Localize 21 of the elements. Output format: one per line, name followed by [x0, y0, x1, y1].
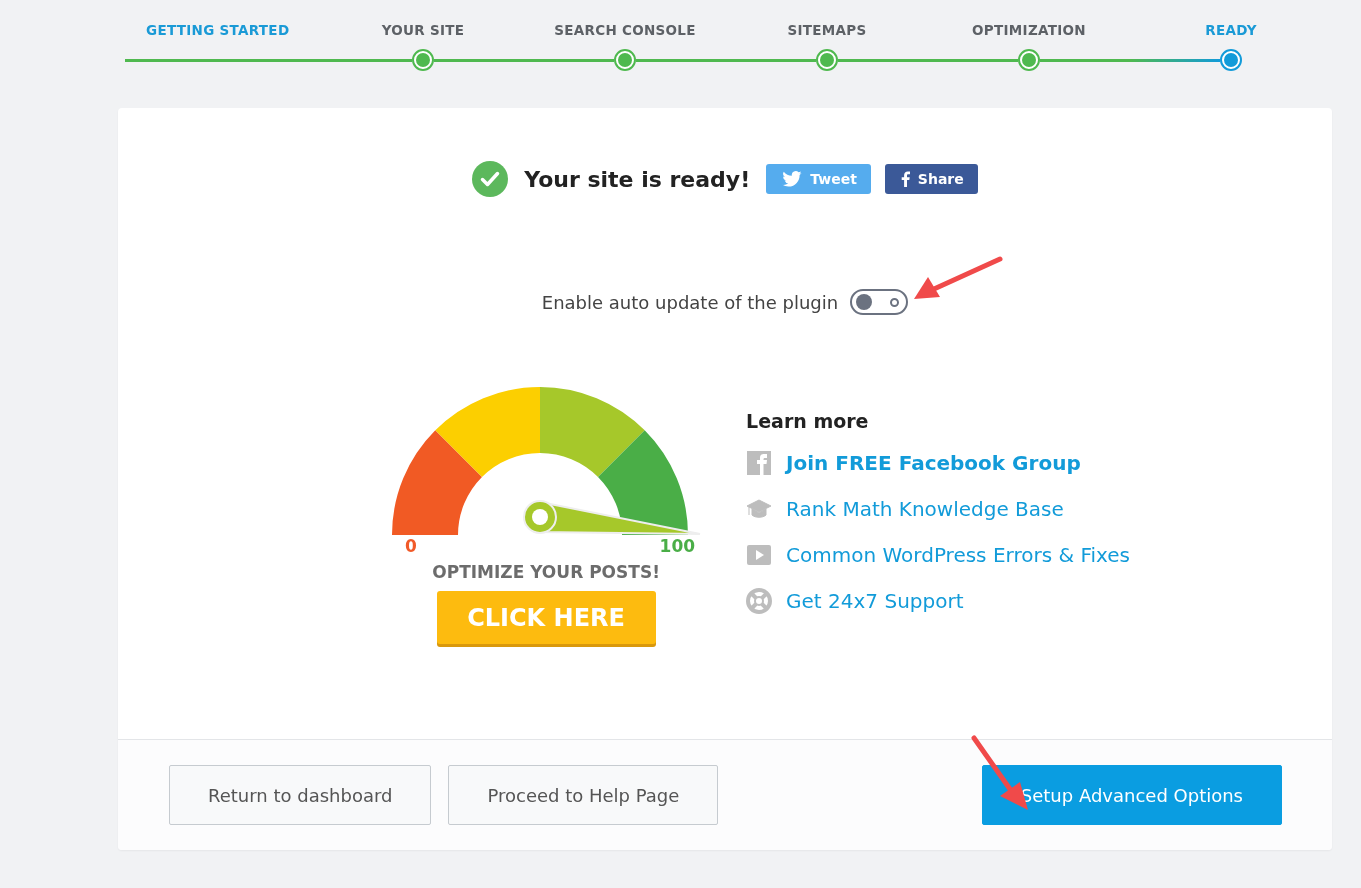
learn-more-link[interactable]: Join FREE Facebook Group	[786, 451, 1081, 475]
share-button[interactable]: Tweet	[766, 164, 871, 194]
auto-update-label: Enable auto update of the plugin	[541, 291, 839, 313]
step-label[interactable]: GETTING STARTED	[120, 22, 322, 42]
scale-max-label: 100	[659, 536, 696, 556]
click-here-button[interactable]: CLICK HERE	[436, 591, 656, 644]
step-label[interactable]: SEARCH CONSOLE	[554, 22, 696, 42]
step-label[interactable]: YOUR SITE	[381, 22, 465, 42]
scale-min-label: 0	[405, 536, 417, 556]
step-label[interactable]: READY	[1205, 22, 1257, 42]
promo-caption: OPTIMIZE YOUR POSTS!	[432, 562, 660, 582]
learn-more-link[interactable]: Common WordPress Errors & Fixes	[786, 543, 1130, 567]
ready-heading: Your site is ready!	[524, 166, 751, 192]
learn-more-link[interactable]: Get 24x7 Support	[786, 589, 964, 613]
learn-more-link[interactable]: Rank Math Knowledge Base	[786, 497, 1064, 521]
footer-button[interactable]: Proceed to Help Page	[448, 765, 719, 825]
learn-more-heading: Learn more	[746, 410, 870, 432]
share-button[interactable]: Share	[884, 164, 978, 194]
step-label[interactable]: SITEMAPS	[787, 22, 867, 42]
footer-button[interactable]: Return to dashboard	[169, 765, 432, 825]
step-label[interactable]: OPTIMIZATION	[972, 22, 1086, 42]
